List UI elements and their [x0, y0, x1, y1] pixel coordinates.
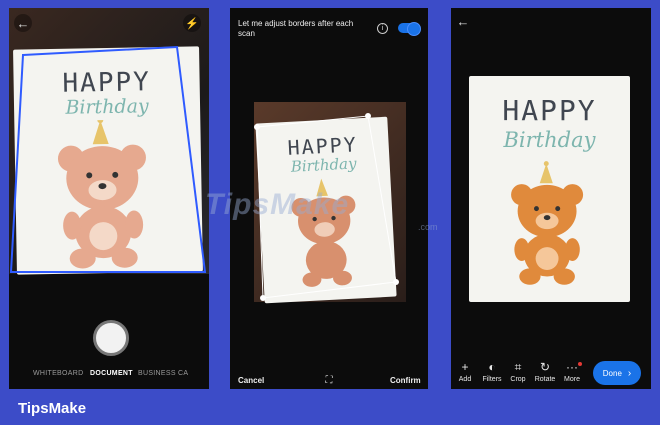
toolbar-filters-label: Filters — [482, 376, 502, 383]
crop-handle-bottom-left[interactable] — [260, 295, 266, 301]
mode-whiteboard[interactable]: WHITEBOARD — [33, 370, 83, 377]
crop-icon: ⌗ — [514, 360, 522, 374]
toolbar-rotate[interactable]: ↻ Rotate — [531, 359, 559, 383]
expand-icon[interactable]: ⛶ — [322, 374, 336, 386]
back-arrow-icon[interactable]: ← — [455, 13, 471, 29]
toolbar-crop[interactable]: ⌗ Crop — [504, 359, 532, 383]
filters-icon: ◐ — [488, 360, 496, 374]
toolbar-add-label: Add — [458, 376, 472, 383]
brand-logo-text: TipsMake — [18, 400, 87, 417]
teddy-bear-illustration — [511, 161, 584, 285]
card-birthday-text: Birthday — [503, 128, 596, 152]
back-arrow-icon[interactable]: ← — [14, 14, 32, 32]
mode-business-card[interactable]: BUSINESS CA — [138, 370, 188, 377]
plus-icon: + — [461, 360, 469, 374]
done-button[interactable]: Done › — [593, 361, 641, 385]
card-happy-text: HAPPY — [502, 94, 597, 127]
review-screen: ← HAPPY Birthday + Add ◐ Filters ⌗ Crop … — [451, 8, 651, 389]
chevron-right-icon: › — [627, 367, 632, 379]
done-button-label: Done — [602, 368, 622, 378]
confirm-button[interactable]: Confirm — [390, 376, 421, 385]
toolbar-add[interactable]: + Add — [451, 359, 479, 383]
shutter-button[interactable] — [93, 320, 129, 356]
more-icon: ··· — [566, 360, 578, 374]
watermark-text: TipsMake — [205, 188, 350, 221]
rotate-icon: ↻ — [539, 360, 551, 374]
toolbar-filters[interactable]: ◐ Filters — [478, 359, 506, 383]
flash-off-icon[interactable]: ⚡ — [183, 14, 201, 32]
crop-handle-top-left[interactable] — [254, 124, 260, 130]
toolbar-rotate-label: Rotate — [534, 376, 556, 383]
crop-handle-top-right[interactable] — [365, 113, 371, 119]
notification-dot — [578, 362, 582, 366]
toolbar-more-label: More — [564, 376, 580, 383]
mode-document[interactable]: DOCUMENT — [90, 370, 133, 377]
watermark-suffix: .com — [418, 222, 438, 232]
scanned-card: HAPPY Birthday — [469, 76, 630, 302]
crop-handle-bottom-right[interactable] — [393, 279, 399, 285]
capture-screen: HAPPY Birthday ← ⚡ WHITEBOARD DOCUMENT B… — [9, 8, 209, 389]
toolbar-crop-label: Crop — [510, 376, 526, 383]
cancel-button[interactable]: Cancel — [238, 376, 264, 385]
detected-border-outline — [9, 45, 207, 273]
